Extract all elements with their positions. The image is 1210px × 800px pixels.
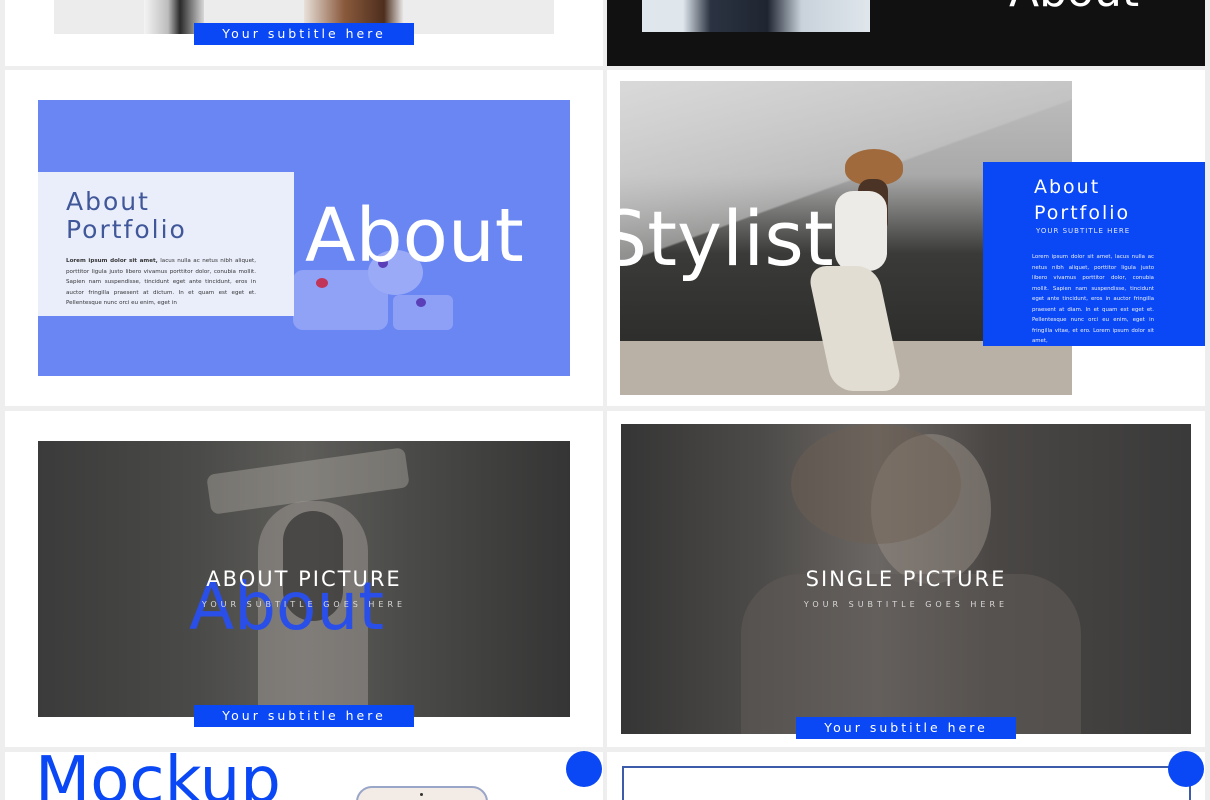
slide-stylist[interactable]: Stylist About Portfolio YOUR SUBTITLE HE… (607, 70, 1205, 406)
phone-camera (420, 793, 423, 796)
heading-line-1: About (1034, 176, 1101, 198)
heading: About Portfolio (1034, 174, 1130, 226)
heading-line-1: About (66, 187, 150, 216)
fashion-photo (642, 0, 870, 32)
heading-line-2: Portfolio (66, 215, 187, 244)
shoulder-shape (741, 574, 1081, 734)
big-word: Stylist (607, 194, 834, 283)
phone-mockup (356, 786, 488, 800)
text-card: About Portfolio Lorem ipsum dolor sit am… (38, 172, 294, 316)
body-bold: Lorem ipsum dolor sit amet, (66, 258, 158, 264)
slide-badge-dot (1168, 751, 1204, 787)
small-caps: YOUR SUBTITLE GOES HERE (201, 600, 407, 609)
heading-line-2: Portfolio (1034, 202, 1131, 224)
slide-badge-dot (566, 751, 602, 787)
slide-thumbnail-2[interactable]: About (607, 0, 1205, 66)
subtitle-bar: Your subtitle here (194, 23, 414, 45)
title: SINGLE PICTURE (805, 567, 1007, 591)
berry (316, 278, 328, 288)
slide-about-portfolio[interactable]: About Portfolio Lorem ipsum dolor sit am… (5, 70, 603, 406)
subtitle-bar: Your subtitle here (194, 705, 414, 727)
person-body (835, 191, 887, 271)
frame-outline (622, 766, 1191, 800)
body-text: Lorem ipsum dolor sit amet, lacus nulla … (66, 256, 256, 309)
big-word: About (305, 193, 524, 279)
slide-mockup[interactable]: Mockup (5, 752, 603, 800)
small-caps: YOUR SUBTITLE GOES HERE (803, 600, 1009, 609)
slide-about-picture[interactable]: About ABOUT PICTURE YOUR SUBTITLE GOES H… (5, 411, 603, 747)
slide-single-picture[interactable]: SINGLE PICTURE YOUR SUBTITLE GOES HERE Y… (607, 411, 1205, 747)
heading: About Portfolio (66, 188, 187, 244)
big-word: About (1009, 0, 1139, 17)
subtitle-bar: Your subtitle here (796, 717, 1016, 739)
hair-shape (791, 424, 961, 544)
slide-thumbnail-8[interactable] (607, 752, 1205, 800)
slide-thumbnail-1[interactable]: Your subtitle here (5, 0, 603, 66)
big-word: Mockup (35, 752, 281, 800)
small-caps: YOUR SUBTITLE HERE (1036, 227, 1131, 235)
body-text: Lorem ipsum dolor sit amet, lacus nulla … (1032, 254, 1154, 344)
blue-card: About Portfolio YOUR SUBTITLE HERE Lorem… (983, 162, 1205, 346)
body-rest: lacus nulla ac netus nibh aliquet, portt… (66, 258, 256, 306)
berry (416, 298, 426, 307)
title: ABOUT PICTURE (206, 567, 402, 591)
